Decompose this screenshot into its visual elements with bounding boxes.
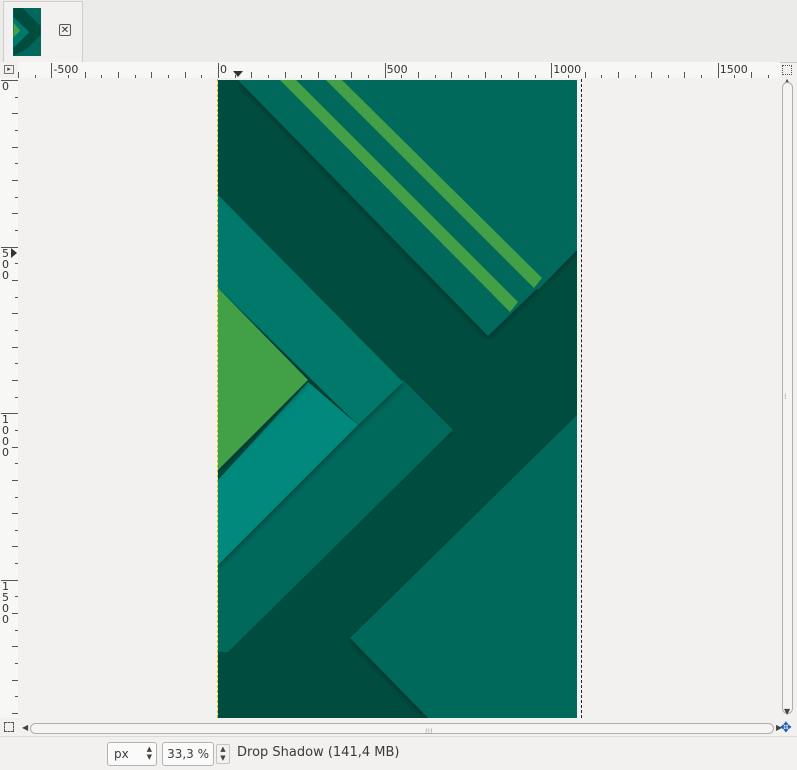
unit-selector[interactable]: px ▲ ▼	[107, 742, 157, 766]
ruler-label: 500	[2, 246, 9, 282]
close-icon[interactable]: ✕	[59, 24, 71, 36]
status-message: Drop Shadow (141,4 MB)	[237, 745, 400, 760]
image-tab[interactable]: ✕	[3, 1, 83, 62]
canvas-bottom-bar: ◀ ⁞⁞⁞ ▶ ✥	[0, 719, 797, 736]
zoom-stepper-icon[interactable]: ▲ ▼	[216, 744, 230, 764]
scroll-grip-icon: ⁞	[784, 392, 787, 401]
zoom-lock-icon[interactable]	[782, 65, 792, 75]
zoom-input[interactable]: 33,3 %	[162, 742, 214, 766]
triangle-right-icon[interactable]: ▸	[4, 65, 14, 74]
ruler-label: 1000	[553, 63, 582, 76]
ruler-label: 1000	[2, 413, 9, 460]
image-tabs-bar: ✕	[0, 0, 797, 63]
ruler-label: 0	[2, 80, 9, 93]
vertical-scrollbar[interactable]: ▲ ⁞ ▼	[780, 77, 797, 718]
ruler-label: 0	[220, 63, 227, 76]
ruler-label: 1500	[719, 63, 748, 76]
ruler-label: 500	[386, 63, 408, 76]
scroll-grip-icon: ⁞⁞⁞	[425, 727, 433, 736]
image-canvas[interactable]	[18, 78, 780, 718]
horizontal-ruler: -500 0 500 1000 1500	[18, 62, 780, 79]
vertical-ruler: 0 500 1000 1500	[0, 78, 19, 718]
status-bar: px ▲ ▼ 33,3 % ▲ ▼ Drop Shadow (141,4 MB)	[0, 736, 797, 770]
chevron-updown-icon: ▲ ▼	[146, 745, 152, 761]
navigate-icon[interactable]: ✥	[780, 720, 792, 736]
quick-mask-icon[interactable]	[4, 722, 14, 732]
pointer-marker-icon	[11, 248, 17, 258]
image-thumbnail	[13, 8, 41, 56]
horizontal-scroll-trough[interactable]: ⁞⁞⁞	[30, 723, 774, 736]
scroll-down-icon[interactable]: ▼	[784, 707, 790, 716]
scroll-left-icon[interactable]: ◀	[22, 723, 28, 732]
zoom-value: 33,3 %	[167, 747, 209, 761]
unit-label: px	[114, 747, 129, 761]
pointer-marker-icon	[233, 71, 243, 77]
ruler-label: -500	[53, 63, 79, 76]
ruler-label: 1500	[2, 579, 9, 626]
image-content	[218, 80, 577, 718]
zoom-lock-corner	[780, 62, 797, 78]
ruler-corner: ▸	[0, 62, 18, 78]
